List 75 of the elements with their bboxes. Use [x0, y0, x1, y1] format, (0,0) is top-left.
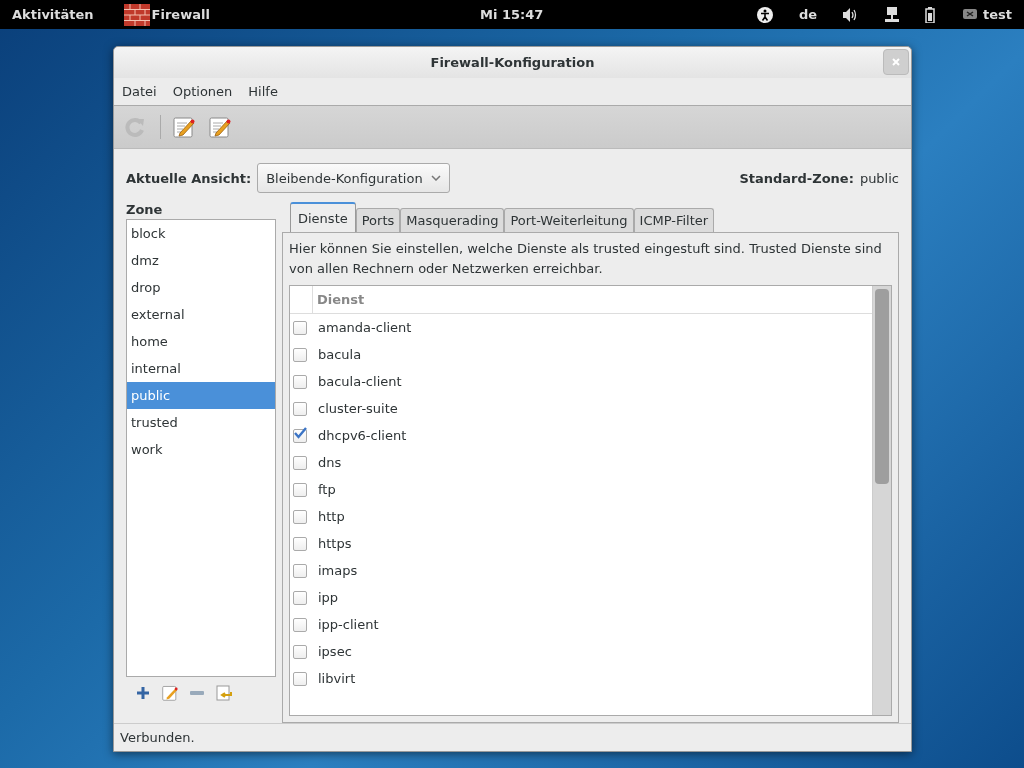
tab[interactable]: Masquerading: [400, 208, 505, 232]
tab[interactable]: Port-Weiterleitung: [504, 208, 634, 232]
checkbox[interactable]: [293, 428, 307, 443]
status-text: Verbunden.: [120, 730, 195, 745]
service-name: amanda-client: [318, 320, 412, 335]
user-menu[interactable]: test: [983, 7, 1012, 22]
menu-item[interactable]: Optionen: [172, 84, 233, 99]
checkbox[interactable]: [293, 536, 307, 551]
view-label: Aktuelle Ansicht:: [126, 170, 252, 186]
checkbox[interactable]: [293, 563, 307, 578]
service-name: ftp: [318, 482, 336, 497]
checkbox[interactable]: [293, 347, 307, 362]
checkbox[interactable]: [293, 401, 307, 416]
menu-item[interactable]: Hilfe: [248, 84, 278, 99]
service-name: ipp-client: [318, 617, 379, 632]
tab[interactable]: Dienste: [290, 202, 356, 232]
load-default-icon[interactable]: [216, 685, 232, 701]
checkbox[interactable]: [293, 617, 307, 632]
close-icon: [892, 58, 900, 66]
default-zone-label: Standard-Zone:: [739, 170, 854, 186]
remove-icon[interactable]: [190, 691, 204, 695]
service-name: dns: [318, 455, 342, 470]
caret-icon: [430, 175, 441, 181]
checkbox[interactable]: [293, 590, 307, 605]
add-icon[interactable]: [136, 686, 150, 700]
description-text: Hier können Sie einstellen, welche Dienste als trusted eingestuft sind. Trusted Dienste sind von allen Rechnern oder Netzwerken erreichbar.: [289, 240, 883, 278]
zone-heading: Zone: [126, 202, 164, 219]
service-name: bacula: [318, 347, 362, 362]
reload-icon[interactable]: [124, 116, 146, 138]
checkbox[interactable]: [293, 320, 307, 335]
service-name: ipp: [318, 590, 339, 605]
zone-item[interactable]: drop: [127, 274, 275, 301]
service-name: ipsec: [318, 644, 352, 659]
chat-icon[interactable]: [963, 8, 977, 21]
zone-item[interactable]: home: [127, 328, 275, 355]
zone-item[interactable]: internal: [127, 355, 275, 382]
zone-item[interactable]: trusted: [127, 409, 275, 436]
volume-icon[interactable]: [843, 7, 859, 22]
checkbox[interactable]: [293, 482, 307, 497]
checkbox[interactable]: [293, 644, 307, 659]
service-name: bacula-client: [318, 374, 402, 389]
app-menu-title[interactable]: Firewall: [151, 7, 210, 22]
edit-document-icon[interactable]: [209, 116, 231, 138]
tab[interactable]: Ports: [355, 208, 401, 232]
service-name: http: [318, 509, 345, 524]
service-name: libvirt: [318, 671, 356, 686]
zone-item[interactable]: block: [127, 220, 275, 247]
keyboard-layout-indicator[interactable]: de: [798, 7, 817, 22]
edit-document-icon[interactable]: [173, 116, 195, 138]
checkbox[interactable]: [293, 671, 307, 686]
checkbox[interactable]: [293, 509, 307, 524]
network-icon[interactable]: [885, 6, 899, 23]
zone-item[interactable]: external: [127, 301, 275, 328]
accessibility-icon[interactable]: [756, 6, 773, 23]
service-name: https: [318, 536, 352, 551]
activities-button[interactable]: Aktivitäten: [12, 7, 94, 22]
zone-item[interactable]: dmz: [127, 247, 275, 274]
service-name: dhcpv6-client: [318, 428, 407, 443]
window-title: Firewall-Konfiguration: [430, 55, 595, 70]
zone-item[interactable]: work: [127, 436, 275, 463]
tab[interactable]: ICMP-Filter: [633, 208, 715, 232]
edit-document-icon[interactable]: [162, 685, 178, 701]
column-header[interactable]: Dienst: [313, 292, 365, 307]
checkbox[interactable]: [293, 455, 307, 470]
clock[interactable]: Mi 15:47: [480, 7, 544, 22]
battery-icon[interactable]: [925, 6, 937, 23]
view-dropdown[interactable]: Bleibende-Konfiguration: [257, 163, 450, 193]
brick-wall-icon: [123, 3, 150, 26]
scrollbar-thumb[interactable]: [875, 289, 889, 484]
menu-item[interactable]: Datei: [122, 84, 157, 99]
default-zone-value: public: [859, 170, 899, 186]
service-name: imaps: [318, 563, 358, 578]
service-name: cluster-suite: [318, 401, 398, 416]
close-button[interactable]: [883, 49, 909, 75]
checkbox[interactable]: [293, 374, 307, 389]
